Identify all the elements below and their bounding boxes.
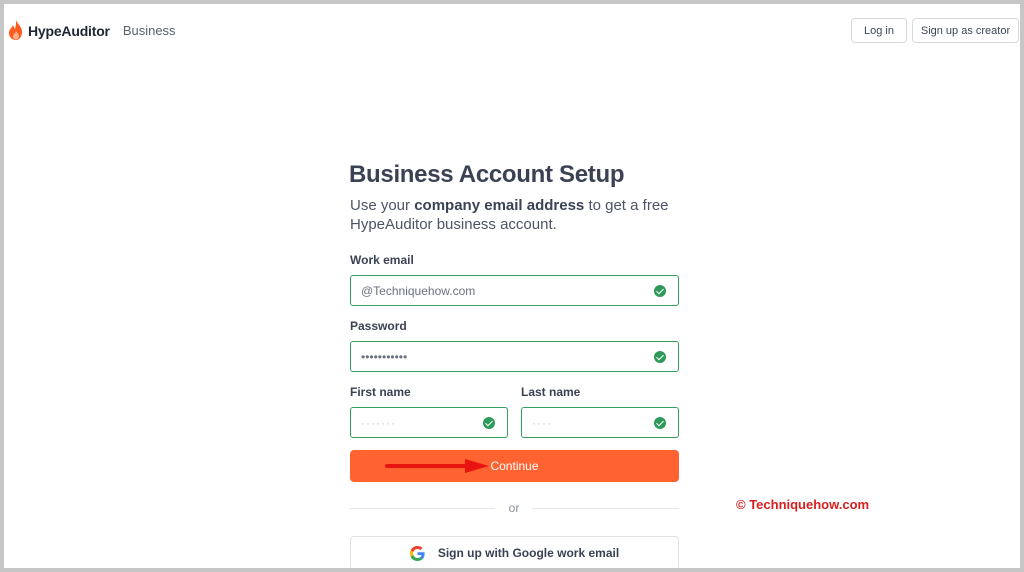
- login-button[interactable]: Log in: [851, 18, 907, 43]
- check-circle-icon: [654, 350, 666, 363]
- signup-creator-button[interactable]: Sign up as creator: [912, 18, 1019, 43]
- flame-icon: [9, 20, 22, 40]
- intro-before: Use your: [350, 197, 415, 214]
- watermark: © Techniquehow.com: [736, 497, 870, 512]
- divider-right: [532, 508, 679, 509]
- intro-bold: company email address: [414, 197, 585, 214]
- check-circle-icon: [654, 284, 666, 297]
- check-circle-icon: [654, 416, 666, 429]
- google-signup-label: Sign up with Google work email: [437, 546, 620, 560]
- first-name-label: First name: [350, 385, 411, 399]
- brand-name: HypeAuditor: [28, 22, 110, 39]
- google-signup-button[interactable]: Sign up with Google work email: [350, 536, 679, 570]
- last-name-label: Last name: [521, 385, 581, 399]
- email-field[interactable]: @Techniquehow.com: [350, 275, 679, 306]
- google-g-icon: [409, 545, 425, 561]
- last-name-value: ····: [532, 415, 552, 430]
- password-label: Password: [350, 319, 407, 333]
- password-field[interactable]: •••••••••••: [350, 341, 679, 372]
- or-separator: or: [508, 501, 520, 515]
- divider-left: [350, 508, 495, 509]
- annotation-arrow-icon: [385, 459, 489, 473]
- brand-section: Business: [122, 23, 176, 38]
- intro-text: Use your company email address to get a …: [350, 196, 680, 234]
- password-value: •••••••••••: [361, 349, 408, 364]
- page-title: Business Account Setup: [349, 161, 625, 188]
- email-label: Work email: [350, 253, 414, 267]
- last-name-field[interactable]: ····: [521, 407, 679, 438]
- email-value: @Techniquehow.com: [361, 283, 476, 298]
- logo[interactable]: HypeAuditor Business: [8, 20, 176, 41]
- first-name-field[interactable]: ·······: [350, 407, 508, 438]
- check-circle-icon: [483, 416, 495, 429]
- first-name-value: ·······: [361, 415, 396, 430]
